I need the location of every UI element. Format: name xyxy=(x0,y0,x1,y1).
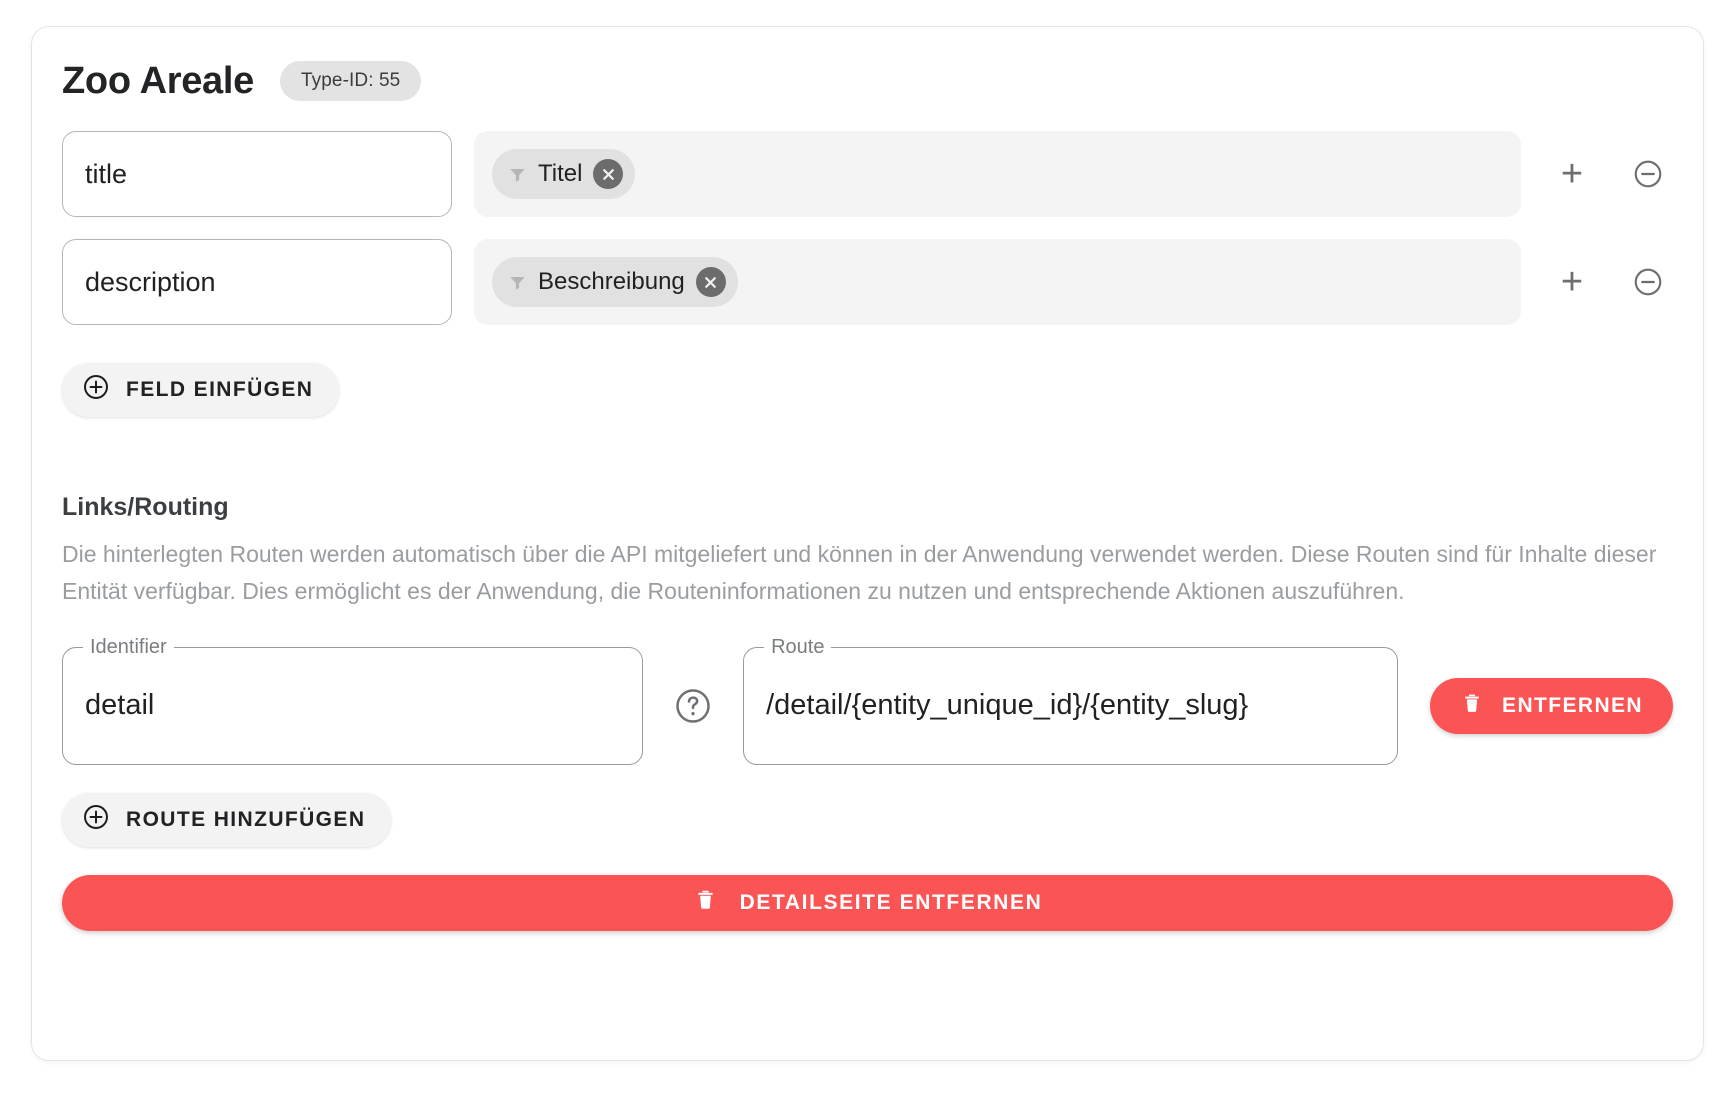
minus-circle-icon[interactable] xyxy=(1631,157,1665,191)
field-chip-label: Beschreibung xyxy=(538,268,685,295)
trash-icon xyxy=(693,887,718,918)
add-route-button[interactable]: ROUTE HINZUFÜGEN xyxy=(62,792,392,847)
route-field[interactable]: Route xyxy=(743,636,1399,765)
add-route-label: ROUTE HINZUFÜGEN xyxy=(126,807,366,831)
field-row: Titel + xyxy=(62,131,1673,217)
close-circle-icon[interactable] xyxy=(593,159,624,189)
close-circle-icon[interactable] xyxy=(695,267,726,297)
card-header: Zoo Areale Type-ID: 55 xyxy=(32,27,1703,101)
minus-circle-icon[interactable] xyxy=(1631,265,1665,299)
section-title: Links/Routing xyxy=(62,493,229,521)
links-routing-section: Links/Routing Die hinterlegten Routen we… xyxy=(32,493,1703,611)
field-chip-label: Titel xyxy=(538,160,583,187)
plus-icon[interactable]: + xyxy=(1555,263,1589,301)
field-row: Beschreibung + xyxy=(62,239,1673,325)
route-input[interactable] xyxy=(744,689,1398,722)
plus-circle-icon xyxy=(82,803,110,837)
section-description: Die hinterlegten Routen werden automatis… xyxy=(62,541,1657,605)
identifier-label: Identifier xyxy=(83,636,174,657)
field-name-input[interactable] xyxy=(62,131,452,217)
field-name-input[interactable] xyxy=(62,239,452,325)
field-row-actions: + xyxy=(1555,263,1673,301)
remove-detail-page-button[interactable]: DETAILSEITE ENTFERNEN xyxy=(62,874,1673,931)
field-chip-area[interactable]: Titel xyxy=(474,131,1521,217)
funnel-icon xyxy=(508,273,527,292)
field-chip[interactable]: Beschreibung xyxy=(492,257,738,307)
identifier-field[interactable]: Identifier xyxy=(62,636,644,765)
type-id-badge: Type-ID: 55 xyxy=(279,61,422,101)
remove-route-button[interactable]: ENTFERNEN xyxy=(1430,677,1673,734)
page-root: Zoo Areale Type-ID: 55 Titel xyxy=(0,0,1736,1097)
plus-icon[interactable]: + xyxy=(1555,155,1589,193)
funnel-icon xyxy=(508,165,527,184)
field-chip[interactable]: Titel xyxy=(492,149,636,199)
page-title: Zoo Areale xyxy=(62,60,254,102)
add-field-button[interactable]: FELD EINFÜGEN xyxy=(62,363,340,417)
remove-route-label: ENTFERNEN xyxy=(1502,693,1643,717)
plus-circle-icon xyxy=(82,373,110,407)
help-circle-icon[interactable] xyxy=(673,686,713,726)
identifier-input[interactable] xyxy=(63,689,643,722)
add-field-label: FELD EINFÜGEN xyxy=(126,378,314,401)
field-mapping-list: Titel + xyxy=(32,131,1703,325)
entity-type-card: Zoo Areale Type-ID: 55 Titel xyxy=(31,26,1704,1061)
field-chip-area[interactable]: Beschreibung xyxy=(474,239,1521,325)
remove-detail-page-label: DETAILSEITE ENTFERNEN xyxy=(739,890,1043,914)
route-row: Identifier Route xyxy=(32,636,1703,765)
route-label: Route xyxy=(764,636,832,657)
trash-icon xyxy=(1460,691,1484,721)
field-row-actions: + xyxy=(1555,155,1673,193)
